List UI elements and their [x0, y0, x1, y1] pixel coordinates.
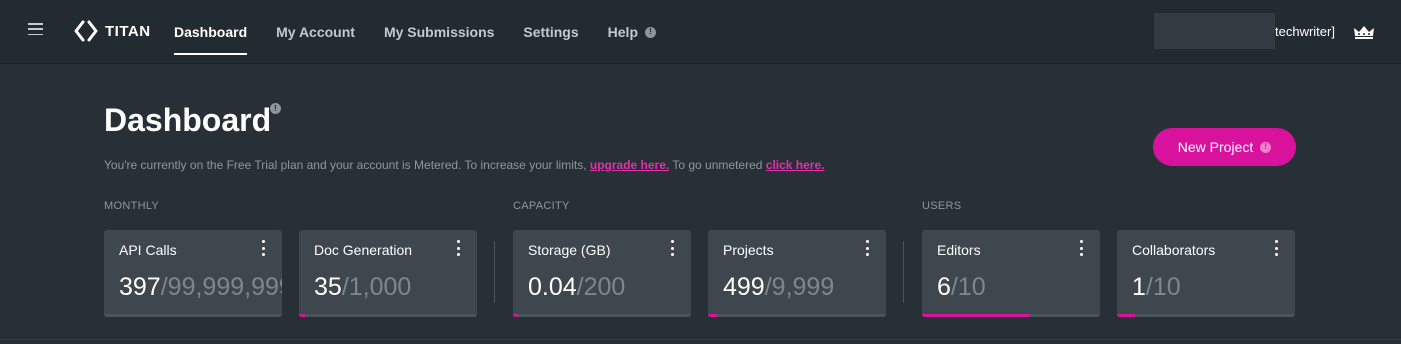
card-used: 0.04 — [528, 273, 577, 301]
card-label: Doc Generation — [314, 242, 413, 258]
card-limit: /9,999 — [764, 273, 835, 301]
card-limit: /10 — [950, 273, 986, 301]
content-bottom-border — [0, 339, 1401, 340]
kebab-menu-icon[interactable] — [455, 240, 461, 256]
nav-settings[interactable]: Settings — [523, 0, 578, 64]
user-name[interactable]: techwriter] — [1275, 24, 1335, 39]
top-navigation-bar: TITAN Dashboard My Account My Submission… — [0, 0, 1401, 64]
usage-progress-fill — [299, 314, 306, 317]
card-label: Editors — [937, 242, 981, 258]
usage-card-doc-generation: Doc Generation 35/1,000 — [299, 230, 477, 317]
card-value: 397/99,999,999 — [119, 273, 282, 302]
page-title: Dashboard — [104, 102, 272, 138]
titan-logo-icon — [74, 20, 98, 42]
nav-settings-label: Settings — [523, 24, 579, 40]
nav-help[interactable]: Help ! — [608, 0, 656, 64]
usage-card-projects: Projects 499/9,999 — [708, 230, 886, 317]
section-label-users: USERS — [922, 200, 962, 212]
new-project-label: New Project — [1177, 139, 1254, 155]
card-limit: /10 — [1145, 273, 1181, 301]
usage-progress-bar — [708, 314, 886, 317]
hamburger-menu-icon[interactable] — [28, 23, 43, 35]
usage-card-api-calls: API Calls 397/99,999,999 — [104, 230, 282, 317]
section-divider — [903, 241, 904, 303]
new-project-info-icon[interactable]: ! — [1260, 141, 1272, 153]
card-label: Collaborators — [1132, 242, 1216, 258]
titan-logo[interactable]: TITAN — [74, 20, 151, 42]
card-value: 0.04/200 — [528, 273, 625, 302]
nav-my-submissions[interactable]: My Submissions — [384, 0, 494, 64]
card-used: 397 — [119, 273, 161, 301]
user-avatar-placeholder[interactable] — [1154, 13, 1275, 49]
usage-card-editors: Editors 6/10 — [922, 230, 1100, 317]
usage-progress-fill — [513, 314, 519, 317]
title-info-icon[interactable]: ! — [270, 103, 281, 114]
card-label: Storage (GB) — [528, 242, 611, 258]
card-value: 1/10 — [1132, 273, 1181, 302]
card-limit: /1,000 — [341, 273, 412, 301]
plan-notice: You're currently on the Free Trial plan … — [104, 158, 824, 172]
section-label-monthly: MONTHLY — [104, 200, 160, 212]
section-label-capacity: CAPACITY — [513, 200, 570, 212]
nav-my-submissions-label: My Submissions — [383, 24, 495, 40]
kebab-menu-icon[interactable] — [864, 240, 870, 256]
crown-icon[interactable] — [1353, 25, 1375, 39]
card-value: 6/10 — [937, 273, 986, 302]
usage-progress-fill — [1117, 314, 1135, 317]
nav-my-account[interactable]: My Account — [276, 0, 355, 64]
card-used: 35 — [314, 273, 342, 301]
upgrade-link[interactable]: upgrade here. — [590, 158, 669, 172]
kebab-menu-icon[interactable] — [260, 240, 266, 256]
usage-progress-bar — [922, 314, 1100, 317]
unmetered-link[interactable]: click here. — [766, 158, 825, 172]
usage-progress-bar — [513, 314, 691, 317]
usage-progress-fill — [922, 314, 1029, 317]
card-label: Projects — [723, 242, 774, 258]
plan-notice-mid: To go unmetered — [672, 158, 763, 172]
nav-dashboard-label: Dashboard — [174, 24, 248, 40]
help-info-icon[interactable]: ! — [645, 26, 656, 38]
card-limit: /200 — [576, 273, 626, 301]
card-value: 35/1,000 — [314, 273, 411, 302]
usage-progress-bar — [299, 314, 477, 317]
card-value: 499/9,999 — [723, 273, 834, 302]
nav-help-label: Help — [607, 24, 638, 40]
card-used: 6 — [937, 273, 951, 301]
card-used: 499 — [723, 273, 765, 301]
new-project-button[interactable]: New Project ! — [1153, 128, 1296, 166]
main-nav: Dashboard My Account My Submissions Sett… — [174, 0, 685, 64]
usage-progress-bar — [104, 314, 282, 317]
kebab-menu-icon[interactable] — [669, 240, 675, 256]
card-used: 1 — [1132, 273, 1146, 301]
usage-card-collaborators: Collaborators 1/10 — [1117, 230, 1295, 317]
nav-dashboard[interactable]: Dashboard — [174, 0, 248, 64]
usage-progress-bar — [1117, 314, 1295, 317]
card-label: API Calls — [119, 242, 177, 258]
usage-card-storage: Storage (GB) 0.04/200 — [513, 230, 691, 317]
nav-my-account-label: My Account — [276, 24, 355, 40]
kebab-menu-icon[interactable] — [1273, 240, 1279, 256]
kebab-menu-icon[interactable] — [1078, 240, 1084, 256]
plan-notice-text: You're currently on the Free Trial plan … — [104, 158, 587, 172]
usage-progress-fill — [708, 314, 717, 317]
brand-name: TITAN — [105, 22, 151, 40]
card-limit: /99,999,999 — [160, 273, 282, 301]
section-divider — [494, 241, 495, 303]
